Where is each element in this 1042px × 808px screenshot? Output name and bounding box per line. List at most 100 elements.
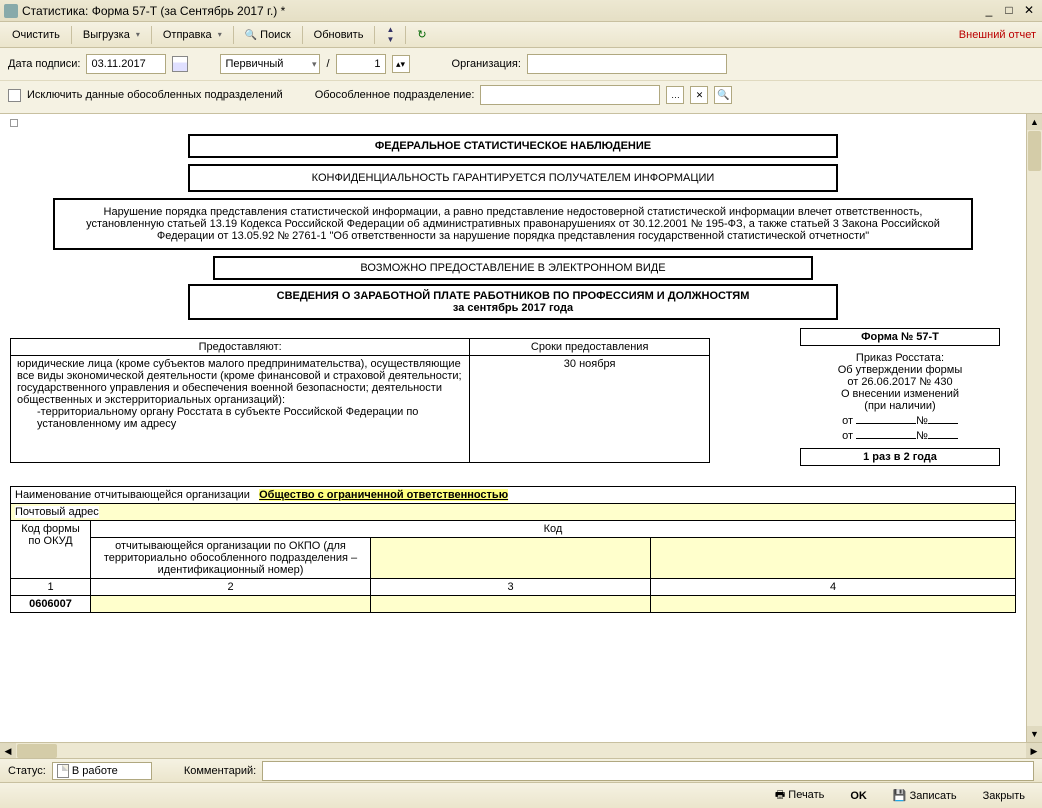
form-number: Форма № 57-Т (800, 328, 1000, 346)
type-value: Первичный (225, 58, 283, 70)
calendar-icon[interactable] (172, 56, 188, 72)
sign-date-label: Дата подписи: (8, 58, 80, 70)
code-cell-3[interactable] (371, 538, 651, 579)
scroll-up-icon[interactable]: ▲ (1027, 114, 1042, 130)
header-box-2: КОНФИДЕНЦИАЛЬНОСТЬ ГАРАНТИРУЕТСЯ ПОЛУЧАТ… (188, 164, 838, 192)
toolbar: Очистить Выгрузка Отправка Поиск Обновит… (0, 22, 1042, 48)
status-label: Статус: (8, 765, 46, 777)
bottom-bar: Печать OK 💾 Записать Закрыть (0, 782, 1042, 808)
filter-bar-1: Дата подписи: Первичный / ▴▾ Организация… (0, 48, 1042, 81)
header-box-1: ФЕДЕРАЛЬНОЕ СТАТИСТИЧЕСКОЕ НАБЛЮДЕНИЕ (188, 134, 838, 158)
separator (233, 26, 234, 44)
col-num-3: 3 (371, 579, 651, 596)
sign-date-input[interactable] (86, 54, 166, 74)
dept-clear-button[interactable]: ✕ (690, 86, 708, 104)
org-name-value[interactable]: Общество с ограниченной ответственностью (259, 489, 508, 501)
order-line-2: Об утверждении формы (800, 364, 1000, 376)
print-button[interactable]: Печать (766, 783, 834, 808)
dept-input[interactable] (480, 85, 660, 105)
form-info-box: Форма № 57-Т Приказ Росстата: Об утвержд… (800, 328, 1000, 466)
warning-box: Нарушение порядка представления статисти… (53, 198, 973, 250)
okpo-label: отчитывающейся организации по ОКПО (для … (91, 538, 371, 579)
app-icon (4, 4, 18, 18)
external-report-label: Внешний отчет (959, 29, 1036, 41)
exclude-label: Исключить данные обособленных подразделе… (27, 89, 283, 101)
comment-input[interactable] (262, 761, 1034, 781)
title-line-2: за сентябрь 2017 года (200, 302, 826, 314)
org-label: Организация: (452, 58, 521, 70)
separator (405, 26, 406, 44)
order-blank-1: от № (800, 412, 1000, 427)
provide-header: Предоставляют: (11, 339, 470, 356)
org-grid: Наименование отчитывающейся организации … (10, 486, 1016, 613)
order-line-5: (при наличии) (800, 400, 1000, 412)
exclude-checkbox[interactable] (8, 89, 21, 102)
minimize-button[interactable]: _ (980, 4, 998, 18)
number-stepper[interactable]: ▴▾ (392, 55, 410, 73)
search-icon (245, 29, 257, 41)
frequency-box: 1 раз в 2 года (800, 448, 1000, 466)
addr-row[interactable]: Почтовый адрес (11, 504, 1016, 521)
value-cell-3[interactable] (371, 596, 651, 613)
order-line-1: Приказ Росстата: (800, 352, 1000, 364)
deadline-header: Сроки предоставления (470, 339, 710, 356)
provide-body-cell: юридические лица (кроме субъектов малого… (11, 356, 470, 463)
status-value: В работе (72, 765, 118, 777)
document-icon (57, 764, 69, 778)
provide-table: Предоставляют: Сроки предоставления юрид… (10, 338, 710, 463)
comment-label: Комментарий: (184, 765, 256, 777)
okud-label: Код формы по ОКУД (11, 521, 91, 579)
vertical-scrollbar[interactable]: ▲ ▼ (1026, 114, 1042, 742)
refresh-icon (417, 28, 426, 41)
search-icon (717, 90, 729, 101)
status-bar: Статус: В работе Комментарий: (0, 758, 1042, 782)
search-button[interactable]: Поиск (239, 27, 297, 43)
org-input[interactable] (527, 54, 727, 74)
slash-label: / (326, 58, 329, 70)
refresh-button[interactable]: Обновить (308, 27, 370, 43)
close-window-button[interactable]: ✕ (1020, 4, 1038, 18)
maximize-button[interactable]: □ (1000, 4, 1018, 18)
code-header: Код (91, 521, 1016, 538)
status-field[interactable]: В работе (52, 762, 152, 780)
deadline-cell: 30 ноября (470, 356, 710, 463)
type-select[interactable]: Первичный (220, 54, 320, 74)
extra-button[interactable] (411, 26, 432, 43)
document-scroll[interactable]: ФЕДЕРАЛЬНОЕ СТАТИСТИЧЕСКОЕ НАБЛЮДЕНИЕ КО… (0, 114, 1026, 742)
close-button[interactable]: Закрыть (974, 787, 1034, 805)
clear-button[interactable]: Очистить (6, 27, 66, 43)
dept-choose-button[interactable]: … (666, 86, 684, 104)
scroll-thumb-h[interactable] (17, 744, 57, 758)
horizontal-scrollbar[interactable]: ◀ ▶ (0, 742, 1042, 758)
save-button[interactable]: 💾 Записать (884, 786, 966, 805)
code-cell-4[interactable] (651, 538, 1016, 579)
move-updown-button[interactable]: ▲▼ (380, 24, 400, 45)
corner-marker (10, 119, 18, 127)
ok-button[interactable]: OK (841, 787, 876, 805)
send-button[interactable]: Отправка (157, 27, 228, 43)
window-title: Статистика: Форма 57-Т (за Сентябрь 2017… (22, 4, 978, 18)
order-line-3: от 26.06.2017 № 430 (800, 376, 1000, 388)
search-label: Поиск (260, 29, 290, 41)
okpo-value[interactable] (91, 596, 371, 613)
scroll-down-icon[interactable]: ▼ (1027, 726, 1042, 742)
titlebar: Статистика: Форма 57-Т (за Сентябрь 2017… (0, 0, 1042, 22)
electronic-box: ВОЗМОЖНО ПРЕДОСТАВЛЕНИЕ В ЭЛЕКТРОННОМ ВИ… (213, 256, 813, 280)
org-row-label: Наименование отчитывающейся организации (15, 489, 250, 501)
col-num-2: 2 (91, 579, 371, 596)
scroll-thumb[interactable] (1028, 131, 1041, 171)
title-line-1: СВЕДЕНИЯ О ЗАРАБОТНОЙ ПЛАТЕ РАБОТНИКОВ П… (200, 290, 826, 302)
number-input[interactable] (336, 54, 386, 74)
value-cell-4[interactable] (651, 596, 1016, 613)
scroll-right-icon[interactable]: ▶ (1026, 743, 1042, 758)
org-name-row: Наименование отчитывающейся организации … (11, 487, 1016, 504)
col-num-1: 1 (11, 579, 91, 596)
export-button[interactable]: Выгрузка (77, 27, 146, 43)
okud-value: 0606007 (11, 596, 91, 613)
scroll-left-icon[interactable]: ◀ (0, 743, 16, 758)
filter-bar-2: Исключить данные обособленных подразделе… (0, 81, 1042, 114)
save-icon: 💾 (893, 790, 907, 802)
print-icon (775, 789, 785, 801)
separator (302, 26, 303, 44)
dept-search-button[interactable] (714, 86, 732, 104)
